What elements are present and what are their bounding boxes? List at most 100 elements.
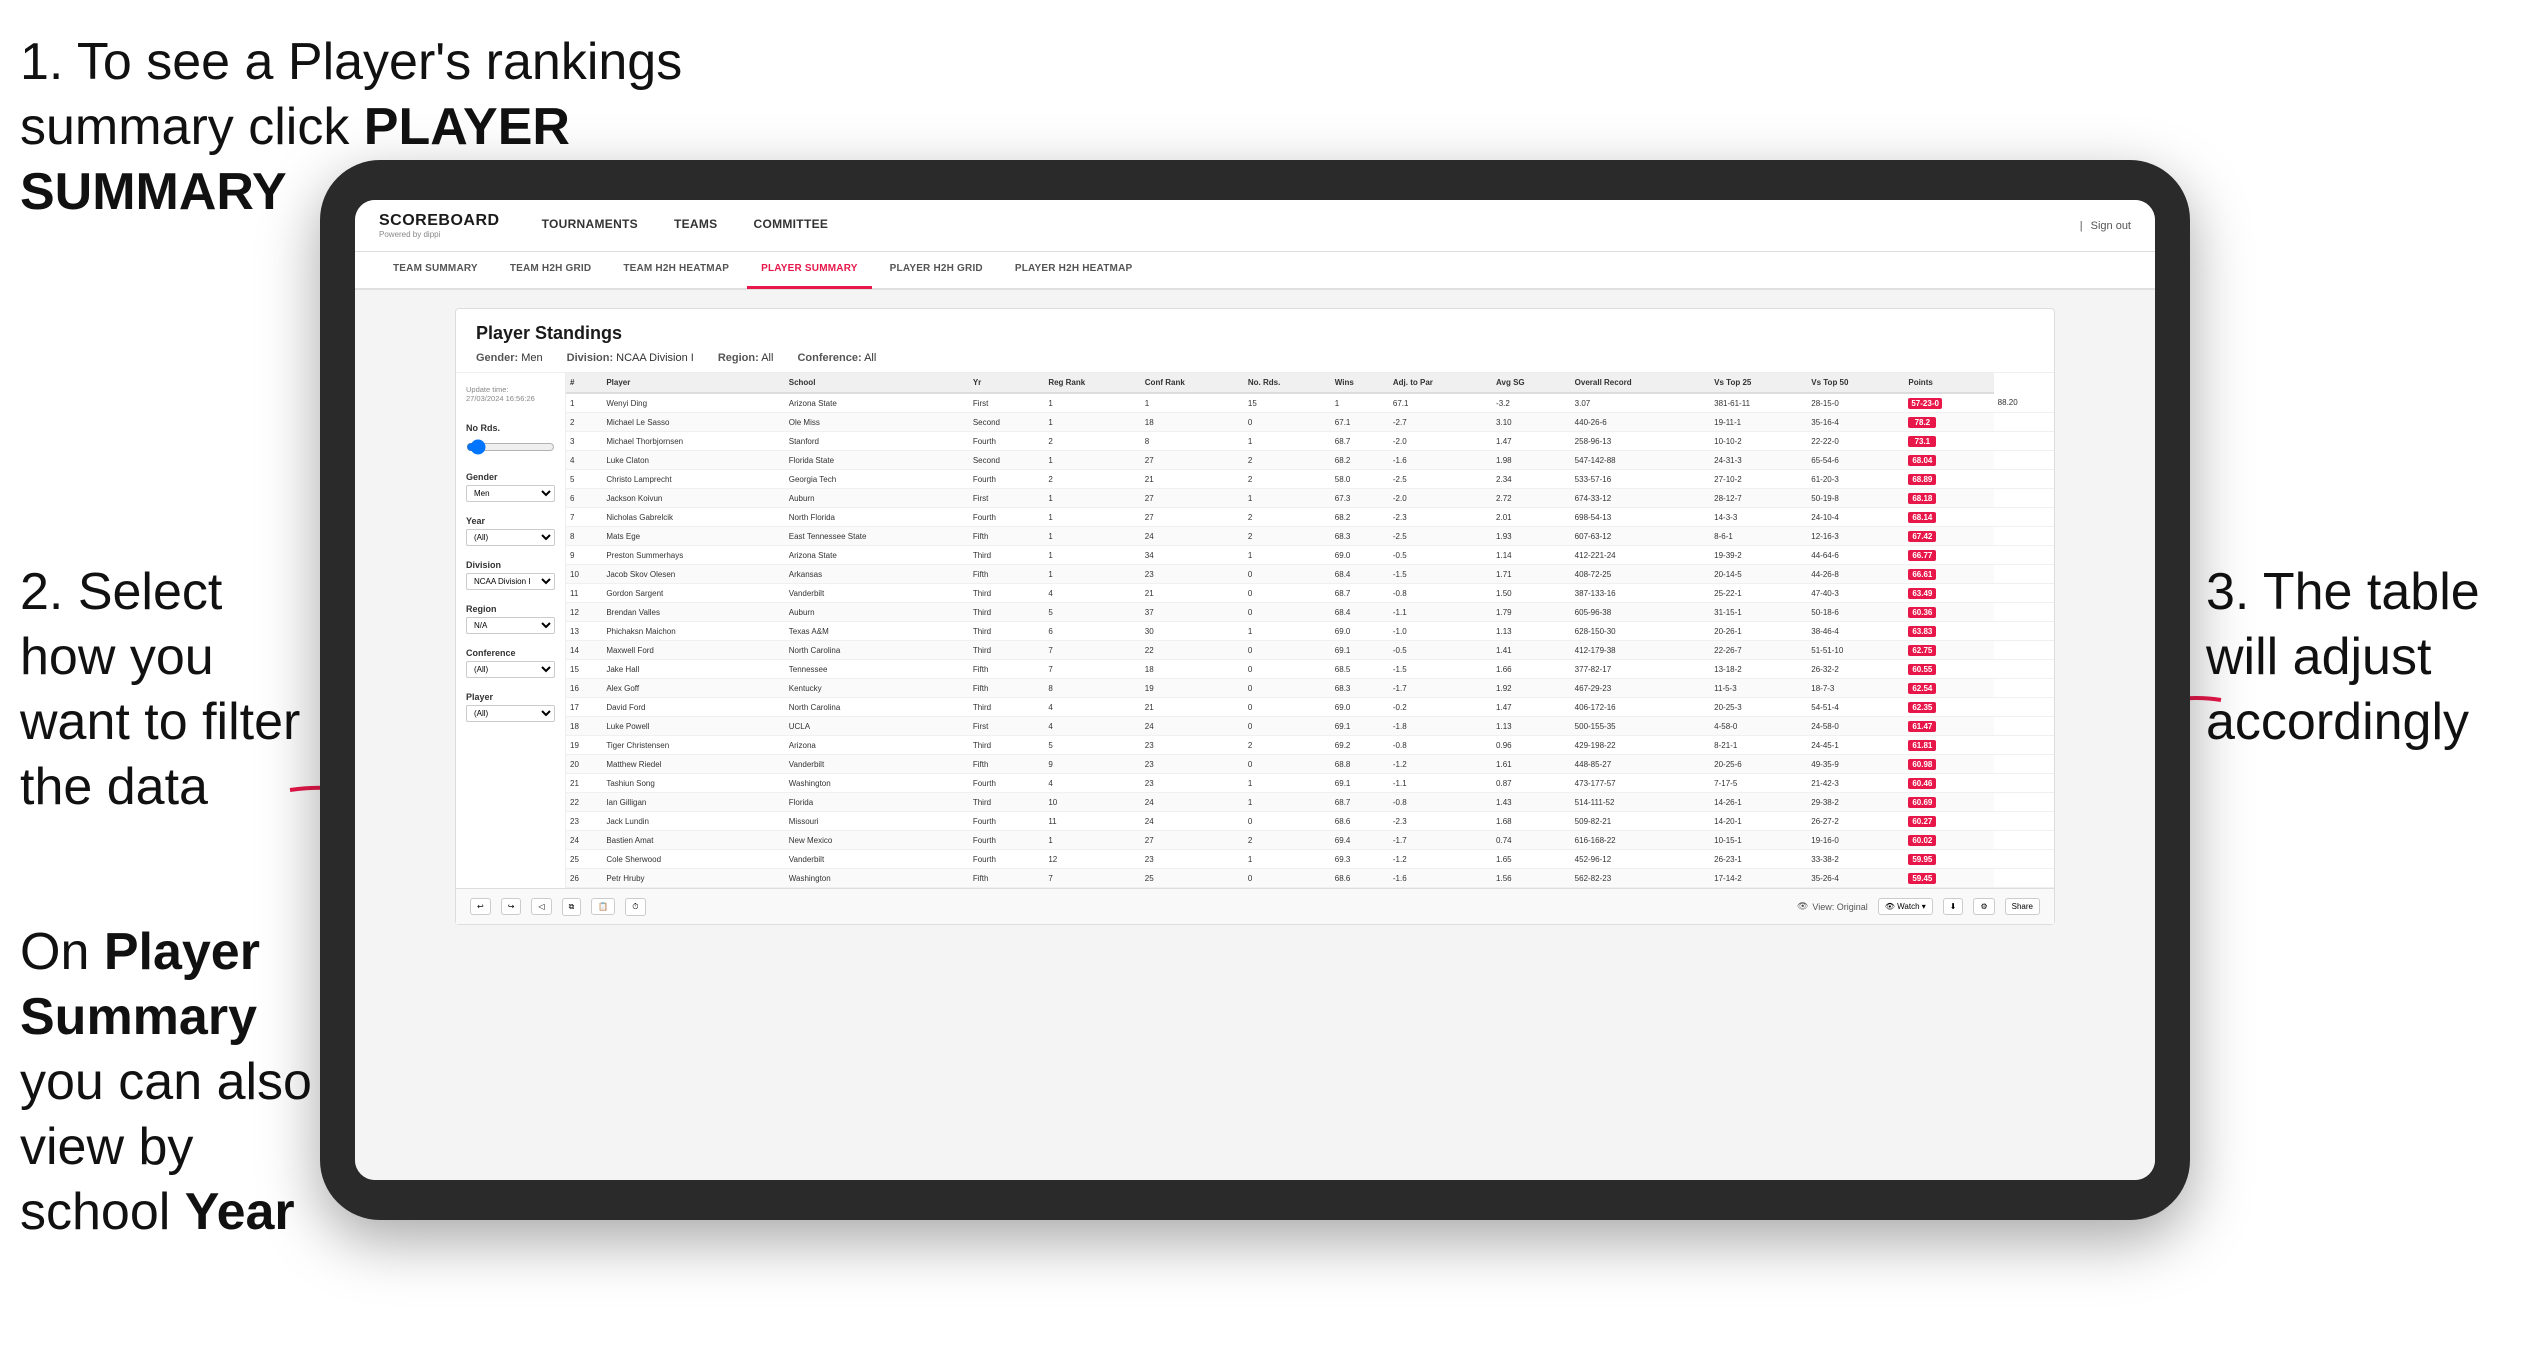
table-cell: 66.77	[1904, 546, 1993, 565]
nav-item-committee[interactable]: COMMITTEE	[735, 200, 846, 252]
table-cell: 69.1	[1331, 641, 1389, 660]
table-cell: 27	[1141, 508, 1244, 527]
table-cell: 9	[1044, 755, 1140, 774]
table-cell: 452-96-12	[1571, 850, 1710, 869]
watch-button[interactable]: 👁 Watch ▾	[1878, 898, 1933, 915]
table-row: 20Matthew RiedelVanderbiltFifth923068.8-…	[566, 755, 2054, 774]
table-cell: 473-177-57	[1571, 774, 1710, 793]
table-cell: 69.0	[1331, 698, 1389, 717]
subnav-player-summary[interactable]: PLAYER SUMMARY	[747, 251, 872, 289]
redo-button[interactable]: ↪	[501, 898, 522, 915]
table-row: 10Jacob Skov OlesenArkansasFifth123068.4…	[566, 565, 2054, 584]
no-rds-slider[interactable]	[466, 436, 555, 458]
undo-button[interactable]: ↩	[470, 898, 491, 915]
table-row: 26Petr HrubyWashingtonFifth725068.6-1.61…	[566, 869, 2054, 888]
division-select[interactable]: NCAA Division I	[466, 573, 555, 590]
table-cell: 0.74	[1492, 831, 1571, 850]
table-cell: 7	[566, 508, 602, 527]
table-cell: 1.66	[1492, 660, 1571, 679]
table-cell: 2	[1244, 451, 1331, 470]
conference-select[interactable]: (All)	[466, 661, 555, 678]
settings-button[interactable]: ⚙	[1973, 898, 1994, 915]
col-reg-rank: Reg Rank	[1044, 373, 1140, 393]
table-cell: 69.0	[1331, 546, 1389, 565]
table-cell: -2.3	[1389, 812, 1492, 831]
col-yr: Yr	[969, 373, 1044, 393]
table-cell: Luke Powell	[602, 717, 784, 736]
annotation-bottom: On Player Summary you can also view by s…	[20, 920, 350, 1245]
table-cell: Tennessee	[785, 660, 969, 679]
table-cell: 1.68	[1492, 812, 1571, 831]
table-row: 16Alex GoffKentuckyFifth819068.3-1.71.92…	[566, 679, 2054, 698]
table-cell: 11	[1044, 812, 1140, 831]
subnav-team-h2h-grid[interactable]: TEAM H2H GRID	[496, 251, 606, 289]
table-cell: 5	[566, 470, 602, 489]
table-cell: 57-23-0	[1904, 393, 1993, 413]
conference-label: Conference: All	[797, 352, 876, 364]
table-cell: -1.5	[1389, 565, 1492, 584]
table-cell: 1	[1331, 393, 1389, 413]
table-cell: 440-26-6	[1571, 413, 1710, 432]
nav-item-teams[interactable]: TEAMS	[656, 200, 736, 252]
table-cell: -1.5	[1389, 660, 1492, 679]
subnav-player-h2h-grid[interactable]: PLAYER H2H GRID	[876, 251, 997, 289]
paste-button[interactable]: 📋	[591, 898, 615, 915]
download-button[interactable]: ⬇	[1943, 898, 1964, 915]
subnav-team-summary[interactable]: TEAM SUMMARY	[379, 251, 492, 289]
table-row: 4Luke ClatonFlorida StateSecond127268.2-…	[566, 451, 2054, 470]
table-cell: 509-82-21	[1571, 812, 1710, 831]
table-cell: Florida	[785, 793, 969, 812]
subnav-team-h2h-heatmap[interactable]: TEAM H2H HEATMAP	[609, 251, 743, 289]
table-cell: 1	[1044, 831, 1140, 850]
table-row: 21Tashiun SongWashingtonFourth423169.1-1…	[566, 774, 2054, 793]
table-cell: 59.45	[1904, 869, 1993, 888]
player-select[interactable]: (All)	[466, 705, 555, 722]
table-cell: -2.7	[1389, 413, 1492, 432]
table-cell: 21	[1141, 584, 1244, 603]
table-cell: -3.2	[1492, 393, 1571, 413]
gender-select[interactable]: Men	[466, 485, 555, 502]
table-cell: 2	[566, 413, 602, 432]
table-cell: 7	[1044, 660, 1140, 679]
table-row: 25Cole SherwoodVanderbiltFourth1223169.3…	[566, 850, 2054, 869]
table-cell: 1.41	[1492, 641, 1571, 660]
table-cell: 24-31-3	[1710, 451, 1807, 470]
nav-right: | Sign out	[2080, 220, 2131, 232]
nav-item-tournaments[interactable]: TOURNAMENTS	[524, 200, 656, 252]
copy-button[interactable]: ⧉	[562, 898, 582, 916]
table-cell: 12-16-3	[1807, 527, 1904, 546]
table-cell: 4	[1044, 774, 1140, 793]
timer-button[interactable]: ⏱	[625, 898, 645, 916]
table-cell: 65-54-6	[1807, 451, 1904, 470]
table-cell: 1.47	[1492, 432, 1571, 451]
year-filter-label: Year	[466, 516, 555, 526]
table-cell: -0.5	[1389, 641, 1492, 660]
table-cell: 15	[1244, 393, 1331, 413]
back-button[interactable]: ◁	[531, 898, 551, 915]
table-cell: Texas A&M	[785, 622, 969, 641]
sign-out-link[interactable]: Sign out	[2091, 220, 2131, 232]
table-cell: 68.3	[1331, 679, 1389, 698]
table-cell: 4	[566, 451, 602, 470]
table-cell: 429-198-22	[1571, 736, 1710, 755]
table-cell: Wenyi Ding	[602, 393, 784, 413]
annotation-bottom-bold2: Year	[185, 1183, 295, 1241]
toolbar-view: 👁 View: Original	[1797, 901, 1868, 912]
table-cell: 17	[566, 698, 602, 717]
table-cell: 1.47	[1492, 698, 1571, 717]
share-button[interactable]: Share	[2005, 898, 2040, 915]
table-cell: 258-96-13	[1571, 432, 1710, 451]
subnav-player-h2h-heatmap[interactable]: PLAYER H2H HEATMAP	[1001, 251, 1147, 289]
year-select[interactable]: (All)	[466, 529, 555, 546]
player-filter-label: Player	[466, 692, 555, 702]
table-cell: 2	[1244, 470, 1331, 489]
col-overall: Overall Record	[1571, 373, 1710, 393]
table-cell: Third	[969, 546, 1044, 565]
table-cell: 23	[1141, 565, 1244, 584]
annotation-3: 3. The table will adjust accordingly	[2206, 560, 2506, 755]
table-cell: 62.75	[1904, 641, 1993, 660]
table-row: 5Christo LamprechtGeorgia TechFourth2212…	[566, 470, 2054, 489]
table-cell: 25	[566, 850, 602, 869]
table-cell: -1.1	[1389, 774, 1492, 793]
region-select[interactable]: N/A	[466, 617, 555, 634]
